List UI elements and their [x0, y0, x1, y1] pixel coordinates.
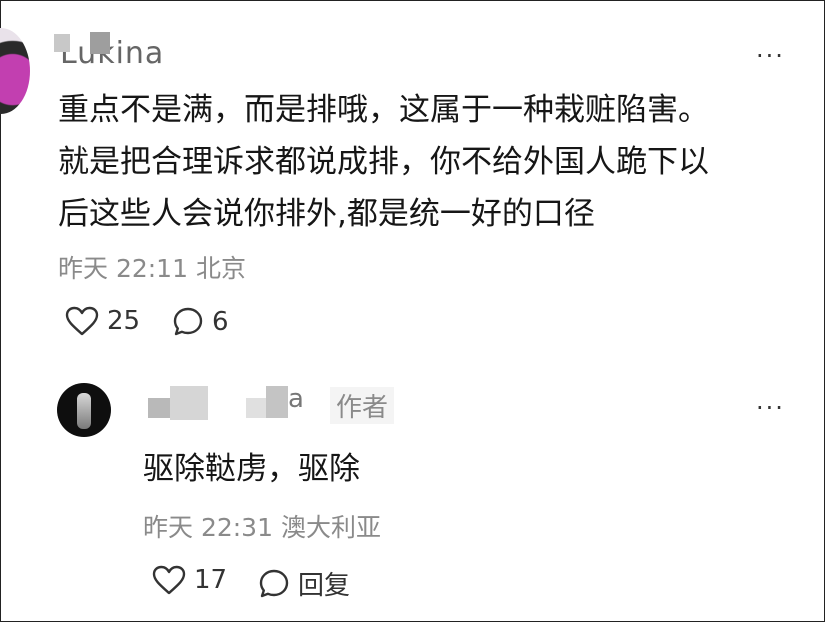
heart-outline-icon: [152, 565, 186, 595]
reply-more-button[interactable]: ···: [756, 396, 785, 420]
reply-action-label: 回复: [298, 571, 351, 601]
reply-time: 昨天 22:31: [143, 513, 273, 542]
speech-bubble-icon: [258, 568, 290, 600]
comment-location: 北京: [195, 254, 246, 283]
commenter-username[interactable]: Lukina: [60, 26, 164, 66]
comment-more-button[interactable]: ···: [756, 44, 785, 68]
reply-location: 澳大利亚: [280, 513, 381, 542]
comment-body: 重点不是满，而是排哦，这属于一种栽赃陷害。 就是把合理诉求都说成排，你不给外国人…: [58, 84, 778, 240]
reply-like-button[interactable]: 17: [152, 565, 227, 595]
username-mosaic: [148, 398, 170, 418]
username-mosaic: [90, 32, 110, 54]
reply-username[interactable]: a: [288, 384, 304, 424]
speech-bubble-icon: [172, 306, 204, 338]
commenter-username-text: Lukina: [60, 36, 165, 66]
comment-line: 后这些人会说你排外,都是统一好的口径: [58, 196, 595, 232]
reply-body: 驱除鞑虏，驱除: [143, 451, 360, 487]
comment-like-button[interactable]: 25: [65, 306, 140, 336]
comment-meta: 昨天 22:11 北京: [58, 249, 246, 285]
username-mosaic: [246, 398, 268, 418]
reply-avatar[interactable]: [57, 383, 111, 437]
reply-like-count: 17: [194, 565, 228, 595]
username-mosaic: [170, 386, 208, 420]
avatar-figure: [77, 393, 91, 429]
comment-line: 就是把合理诉求都说成排，你不给外国人跪下以: [58, 144, 709, 180]
username-mosaic: [266, 386, 288, 418]
heart-outline-icon: [65, 306, 99, 336]
author-badge: 作者: [330, 387, 395, 424]
comment-like-count: 25: [107, 306, 141, 336]
comment-reply-button[interactable]: 6: [172, 306, 229, 338]
comment-reply-count: 6: [212, 307, 229, 337]
reply-reply-button[interactable]: 回复: [258, 565, 350, 602]
comment-line: 重点不是满，而是排哦，这属于一种栽赃陷害。: [58, 92, 709, 128]
reply-meta: 昨天 22:31 澳大利亚: [143, 508, 381, 544]
username-mosaic: [54, 34, 70, 52]
comment-time: 昨天 22:11: [58, 254, 188, 283]
